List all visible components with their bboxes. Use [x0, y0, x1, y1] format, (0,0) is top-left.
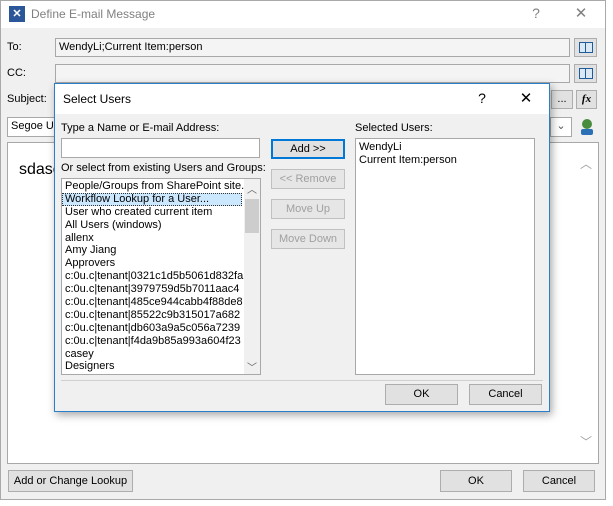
font-dropdown-chevron-icon[interactable]: ⌄ [550, 117, 572, 137]
cc-label: CC: [7, 67, 26, 79]
cc-field[interactable] [55, 64, 570, 83]
subject-label: Subject: [7, 93, 47, 105]
selected-users-label: Selected Users: [355, 122, 433, 134]
scroll-thumb[interactable] [245, 199, 259, 233]
to-label: To: [7, 41, 22, 53]
help-icon[interactable]: ? [526, 5, 546, 21]
existing-user-item[interactable]: Approvers [62, 257, 242, 270]
existing-user-item[interactable]: c:0u.c|tenant|f4da9b85a993a604f23 [62, 335, 242, 348]
existing-user-item[interactable]: c:0u.c|tenant|0321c1d5b5061d832fa [62, 270, 243, 283]
existing-users-label: Or select from existing Users and Groups… [61, 162, 266, 174]
close-icon[interactable]: ✕ [570, 4, 592, 22]
subject-fx-button[interactable]: fx [576, 90, 597, 109]
existing-user-item[interactable]: c:0u.c|tenant|db603a9a5c056a7239 [62, 322, 242, 335]
select-users-dialog: Select Users ? ✕ Type a Name or E-mail A… [54, 83, 550, 412]
app-icon: ✕ [9, 6, 25, 22]
dialog-title: Select Users [63, 92, 132, 106]
existing-user-item[interactable]: Designers [62, 360, 242, 373]
move-down-button[interactable]: Move Down [271, 229, 345, 249]
add-or-change-lookup-button[interactable]: Add or Change Lookup [8, 470, 133, 492]
font-select[interactable]: Segoe UI [7, 117, 57, 137]
existing-user-item[interactable]: Amy Jiang [62, 244, 242, 257]
existing-user-item[interactable]: c:0u.c|tenant|85522c9b315017a682 [62, 309, 242, 322]
scroll-down-icon[interactable]: ﹀ [247, 359, 257, 374]
dialog-cancel-button[interactable]: Cancel [469, 384, 542, 405]
type-name-input[interactable] [61, 138, 260, 158]
existing-user-item[interactable]: User who created current item [62, 206, 242, 219]
existing-user-item[interactable]: All Users (windows) [62, 219, 242, 232]
selected-user-item[interactable]: WendyLi [356, 141, 532, 154]
address-book-cc-button[interactable] [574, 64, 597, 83]
to-field[interactable]: WendyLi;Current Item:person [55, 38, 570, 57]
dialog-separator [61, 380, 543, 381]
address-book-to-button[interactable] [574, 38, 597, 57]
move-up-button[interactable]: Move Up [271, 199, 345, 219]
subject-more-button[interactable]: ... [551, 90, 573, 109]
dialog-help-icon[interactable]: ? [473, 90, 491, 106]
existing-user-item[interactable]: Workflow Lookup for a User... [62, 192, 242, 206]
ok-button[interactable]: OK [440, 470, 512, 492]
check-names-icon[interactable] [577, 117, 597, 137]
existing-users-scrollbar[interactable]: ︿ ﹀ [244, 179, 260, 374]
existing-user-item[interactable]: c:0u.c|tenant|485ce944cabb4f88de8 [62, 296, 243, 309]
dialog-close-icon[interactable]: ✕ [516, 89, 536, 107]
selected-user-item[interactable]: Current Item:person [356, 154, 532, 167]
existing-users-items: People/Groups from SharePoint site... Wor… [62, 180, 250, 373]
selected-users-list[interactable]: WendyLi Current Item:person [355, 138, 535, 375]
body-scroll-up-icon[interactable]: ︿ [580, 155, 592, 172]
address-book-icon [578, 68, 593, 79]
remove-button[interactable]: << Remove [271, 169, 345, 189]
body-scroll-down-icon[interactable]: ﹀ [580, 433, 592, 450]
existing-user-item[interactable]: casey [62, 348, 242, 361]
add-button[interactable]: Add >> [271, 139, 345, 159]
existing-user-item[interactable]: allenx [62, 232, 242, 245]
address-book-icon [578, 42, 593, 53]
cancel-button[interactable]: Cancel [523, 470, 595, 492]
type-name-label: Type a Name or E-mail Address: [61, 122, 220, 134]
existing-users-list[interactable]: People/Groups from SharePoint site... Wor… [61, 178, 261, 375]
existing-user-item[interactable]: c:0u.c|tenant|3979759d5b7011aac4 [62, 283, 242, 296]
scroll-up-icon[interactable]: ︿ [247, 181, 257, 196]
selected-users-items: WendyLi Current Item:person [356, 141, 532, 167]
window-title: Define E-mail Message [31, 7, 156, 21]
existing-user-item[interactable]: People/Groups from SharePoint site... [62, 180, 250, 193]
dialog-ok-button[interactable]: OK [385, 384, 458, 405]
